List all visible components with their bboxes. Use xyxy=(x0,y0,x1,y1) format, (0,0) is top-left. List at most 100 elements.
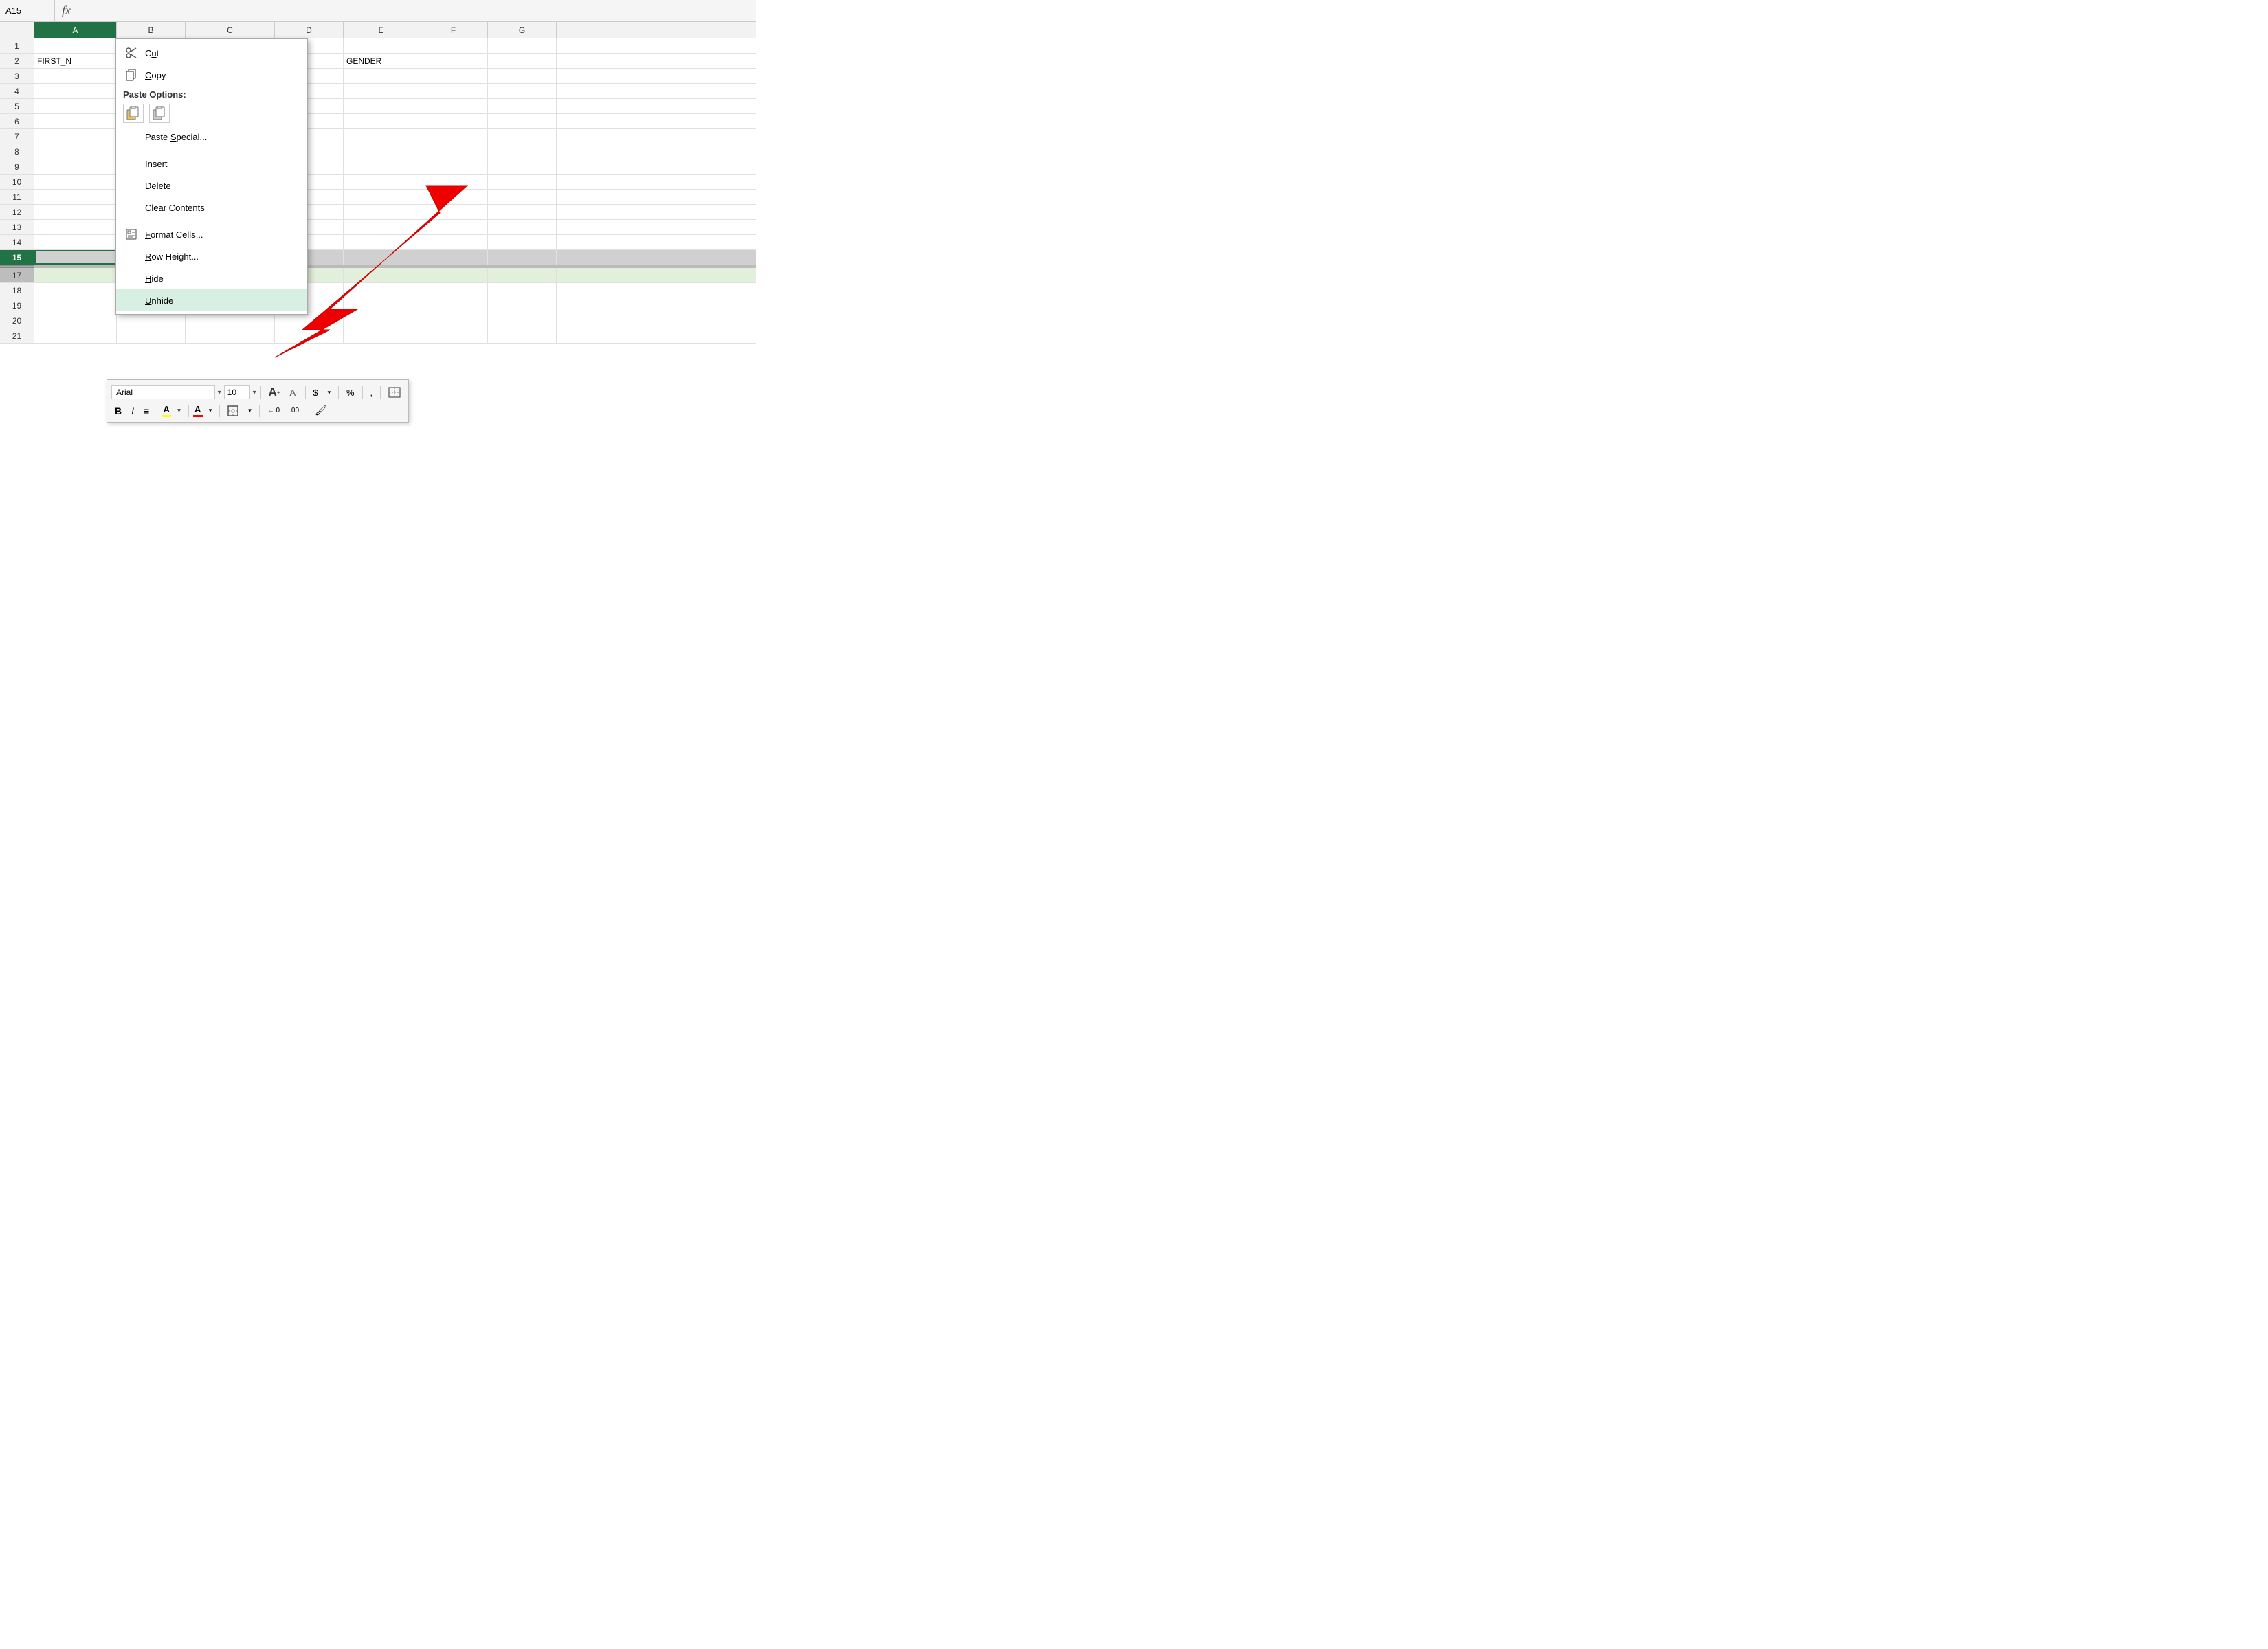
row-num-15[interactable]: 15 xyxy=(0,250,34,265)
col-header-b[interactable]: B xyxy=(117,22,186,38)
decimal-dec-button[interactable]: .00 xyxy=(286,405,302,416)
cell-g2[interactable] xyxy=(488,54,557,68)
align-button[interactable]: ≡ xyxy=(140,404,153,418)
italic-button[interactable]: I xyxy=(128,404,137,418)
toolbar-divider-8 xyxy=(219,405,220,417)
cell-g1[interactable] xyxy=(488,38,557,53)
cell-a15[interactable] xyxy=(34,250,117,265)
highlight-color-button[interactable]: A xyxy=(162,404,171,417)
cell-a1[interactable] xyxy=(34,38,117,53)
table-row: 17 xyxy=(0,268,756,283)
formula-input[interactable] xyxy=(76,5,749,16)
cell-f17[interactable] xyxy=(419,268,488,282)
table-row: 8 xyxy=(0,144,756,159)
menu-item-format-cells[interactable]: Format Cells... xyxy=(116,223,307,245)
highlight-color-swatch xyxy=(162,415,171,417)
menu-item-cut[interactable]: Cut xyxy=(116,42,307,64)
paste-special-label: Paste Special... xyxy=(145,132,296,142)
scissors-icon xyxy=(123,45,140,60)
paste-options-icons xyxy=(116,101,307,126)
menu-item-delete[interactable]: Delete xyxy=(116,175,307,197)
cell-reference-box[interactable]: A15 xyxy=(0,0,55,21)
borders-button[interactable] xyxy=(224,404,242,418)
table-row: 11 xyxy=(0,190,756,205)
font-color-button[interactable]: A xyxy=(193,404,203,417)
font-grow-button[interactable]: A+ xyxy=(265,384,284,401)
toolbar-row-1: ▾ ▾ A+ A- $ ▾ % , xyxy=(111,383,404,402)
col-header-d[interactable]: D xyxy=(275,22,344,38)
col-header-a[interactable]: A xyxy=(34,22,117,38)
table-row: 14 xyxy=(0,235,756,250)
column-header-row: A B C D E F G xyxy=(0,22,756,38)
cell-e15[interactable] xyxy=(344,250,419,265)
cell-a17[interactable] xyxy=(34,268,117,282)
paste-options-header-text: Paste Options: xyxy=(123,89,186,100)
table-row: 7 xyxy=(0,129,756,144)
menu-item-unhide[interactable]: Unhide xyxy=(116,289,307,311)
col-header-e[interactable]: E xyxy=(344,22,419,38)
font-name-dropdown-icon[interactable]: ▾ xyxy=(218,389,221,396)
font-size-dropdown-icon[interactable]: ▾ xyxy=(253,389,256,396)
table-row: 13 xyxy=(0,220,756,235)
hide-label: Hide xyxy=(145,273,296,284)
cell-a2[interactable]: FIRST_N xyxy=(34,54,117,68)
row-num-2[interactable]: 2 xyxy=(0,54,34,68)
table-row: 18 xyxy=(0,283,756,298)
spreadsheet-grid: A B C D E F G 1 2 FIRST_N LAST_NAME AGE … xyxy=(0,22,756,550)
menu-item-insert[interactable]: Insert xyxy=(116,153,307,175)
cell-f2[interactable] xyxy=(419,54,488,68)
cell-e17[interactable] xyxy=(344,268,419,282)
eraser-button[interactable]: 🖌 xyxy=(311,403,331,418)
table-row: 5 xyxy=(0,99,756,114)
menu-item-hide[interactable]: Hide xyxy=(116,267,307,289)
paste-option-regular[interactable] xyxy=(123,104,144,123)
font-name-input[interactable] xyxy=(111,385,215,399)
cell-e1[interactable] xyxy=(344,38,419,53)
menu-item-row-height[interactable]: Row Height... xyxy=(116,245,307,267)
cell-g17[interactable] xyxy=(488,268,557,282)
table-row: 4 xyxy=(0,84,756,99)
percent-button[interactable]: % xyxy=(343,386,358,399)
cell-f15[interactable] xyxy=(419,250,488,265)
borders-dropdown-button[interactable]: ▾ xyxy=(245,405,255,416)
toolbar-divider-9 xyxy=(259,405,260,417)
merge-button[interactable] xyxy=(385,385,404,399)
unhide-label: Unhide xyxy=(145,295,296,306)
cell-e2[interactable]: GENDER xyxy=(344,54,419,68)
table-row: 15 xyxy=(0,250,756,265)
row-height-label: Row Height... xyxy=(145,251,296,262)
cell-g15[interactable] xyxy=(488,250,557,265)
highlight-dropdown-button[interactable]: ▾ xyxy=(174,405,184,416)
toolbar-row-2: B I ≡ A ▾ A ▾ ▾ ←.0 .00 🖌 xyxy=(111,402,404,419)
cut-label: Cut xyxy=(145,48,296,58)
mini-toolbar: ▾ ▾ A+ A- $ ▾ % , B I ≡ A ▾ xyxy=(107,379,409,423)
paste-option-values[interactable] xyxy=(149,104,170,123)
currency-dropdown-button[interactable]: ▾ xyxy=(324,388,335,398)
toolbar-divider-4 xyxy=(362,386,363,399)
col-header-c[interactable]: C xyxy=(186,22,275,38)
menu-item-copy[interactable]: Copy xyxy=(116,64,307,86)
menu-item-paste-special[interactable]: Paste Special... xyxy=(116,126,307,148)
col-header-f[interactable]: F xyxy=(419,22,488,38)
col-header-g[interactable]: G xyxy=(488,22,557,38)
insert-label: Insert xyxy=(145,159,296,169)
table-row: 21 xyxy=(0,328,756,344)
decimal-inc-button[interactable]: ←.0 xyxy=(264,405,283,416)
bold-button[interactable]: B xyxy=(111,404,125,418)
paste-options-label: Paste Options: xyxy=(116,86,307,101)
copy-icon xyxy=(123,67,140,82)
comma-button[interactable]: , xyxy=(366,386,376,399)
currency-button[interactable]: $ xyxy=(309,386,321,399)
menu-item-clear-contents[interactable]: Clear Contents xyxy=(116,197,307,218)
font-size-input[interactable] xyxy=(224,385,250,399)
cell-f1[interactable] xyxy=(419,38,488,53)
format-cells-label: Format Cells... xyxy=(145,229,296,240)
font-color-dropdown-button[interactable]: ▾ xyxy=(205,405,216,416)
row-num-1[interactable]: 1 xyxy=(0,38,34,53)
font-shrink-button[interactable]: A- xyxy=(287,386,301,399)
row-num-17[interactable]: 17 xyxy=(0,268,34,282)
table-row: 10 xyxy=(0,175,756,190)
no-icon-spacer3 xyxy=(123,178,140,193)
toolbar-divider-5 xyxy=(380,386,381,399)
no-icon-spacer5 xyxy=(123,249,140,264)
